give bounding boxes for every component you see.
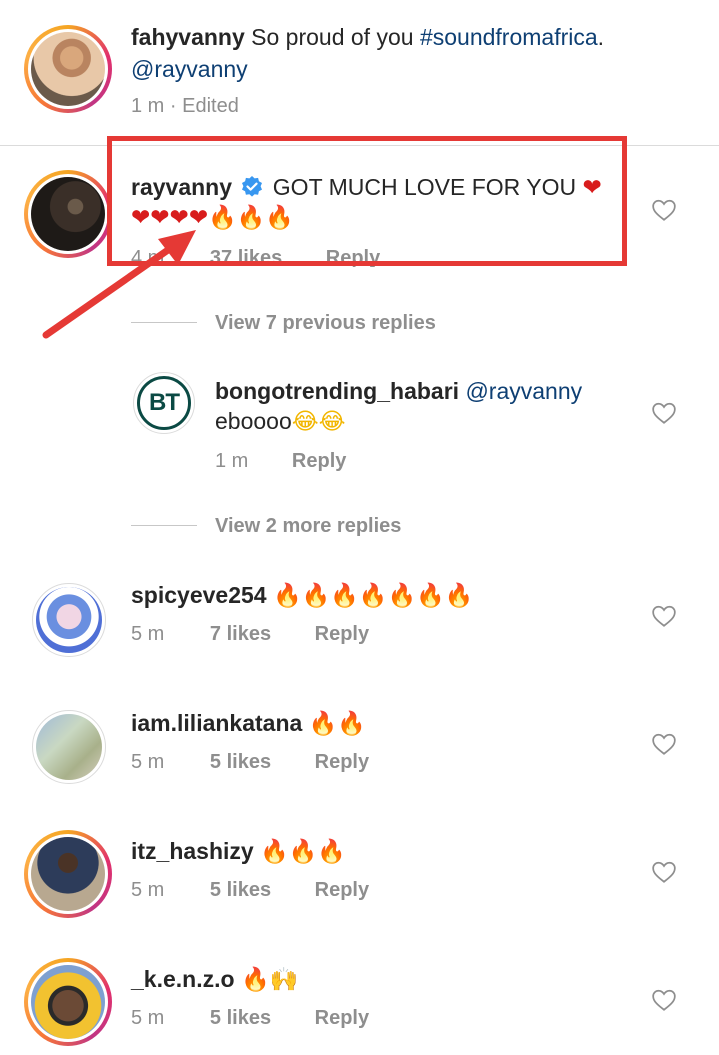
likes-count[interactable]: 7 likes	[210, 623, 271, 645]
reply-button[interactable]: Reply	[315, 751, 369, 773]
username[interactable]: bongotrending_habari	[215, 378, 459, 404]
fire-raised-hands-emojis: 🔥🙌	[240, 967, 299, 993]
comment-text-spicyeve254: spicyeve254 🔥🔥🔥🔥🔥🔥🔥	[131, 580, 473, 611]
comment-text-liliankatana: iam.liliankatana 🔥🔥	[131, 708, 366, 739]
heart-outline-icon[interactable]	[651, 860, 677, 884]
reply-button[interactable]: Reply	[292, 450, 346, 472]
username[interactable]: itz_hashizy	[131, 838, 254, 864]
fire-emojis: 🔥🔥🔥	[260, 839, 347, 865]
fire-emojis: 🔥🔥🔥🔥🔥🔥🔥	[272, 583, 474, 609]
reply-thread-line	[131, 322, 197, 323]
avatar-bongotrending_habari[interactable]: BT	[133, 372, 195, 434]
comment-meta: 5 m 5 likes Reply	[131, 751, 369, 774]
timestamp: 5 m	[131, 751, 165, 773]
username[interactable]: _k.e.n.z.o	[131, 966, 235, 992]
avatar-iam.liliankatana[interactable]	[32, 710, 106, 784]
likes-count[interactable]: 5 likes	[210, 879, 271, 901]
comment-text-fahyvanny: fahyvanny So proud of you #soundfromafri…	[131, 22, 604, 52]
likes-count[interactable]: 5 likes	[210, 1007, 271, 1029]
timestamp: 5 m	[131, 879, 165, 901]
timestamp: 1 m	[215, 450, 249, 472]
comment-text-itz_hashizy: itz_hashizy 🔥🔥🔥	[131, 836, 346, 867]
view-more-replies[interactable]: View 2 more replies	[215, 515, 401, 538]
comment-text-bongotrending: bongotrending_habari @rayvanny	[215, 376, 582, 406]
heart-outline-icon[interactable]	[651, 988, 677, 1012]
comment-text-kenzo: _k.e.n.z.o 🔥🙌	[131, 964, 298, 995]
hashtag-link[interactable]: #soundfromafrica	[420, 24, 598, 50]
heart-outline-icon[interactable]	[651, 401, 677, 425]
brand-logo: BT	[137, 376, 191, 430]
avatar-spicyeve254[interactable]	[32, 583, 106, 657]
avatar-itz_hashizy[interactable]	[24, 830, 112, 918]
heart-outline-icon[interactable]	[651, 732, 677, 756]
reply-button[interactable]: Reply	[315, 623, 369, 645]
comment-meta: 5 m 5 likes Reply	[131, 1007, 369, 1030]
comment-meta: 5 m 5 likes Reply	[131, 879, 369, 902]
mention-link[interactable]: @rayvanny	[131, 54, 248, 84]
heart-outline-icon[interactable]	[651, 198, 677, 222]
timestamp: 1 m	[131, 95, 165, 117]
comment-body-line: eboooo😂😂	[215, 406, 346, 437]
timestamp: 5 m	[131, 623, 165, 645]
comment-meta: 5 m 7 likes Reply	[131, 623, 369, 646]
view-previous-replies[interactable]: View 7 previous replies	[215, 312, 436, 335]
timestamp: 5 m	[131, 1007, 165, 1029]
red-arrow-annotation	[42, 230, 196, 339]
likes-count[interactable]: 5 likes	[210, 751, 271, 773]
username[interactable]: fahyvanny	[131, 24, 245, 50]
heart-outline-icon[interactable]	[651, 604, 677, 628]
comment-body: eboooo	[215, 408, 292, 434]
edited-label: · Edited	[169, 95, 239, 117]
comment-body: So proud of you	[251, 24, 414, 50]
reply-button[interactable]: Reply	[315, 1007, 369, 1029]
comment-meta: 1 m Reply	[215, 450, 346, 473]
mention-link[interactable]: @rayvanny	[465, 378, 582, 404]
avatar-_k.e.n.z.o[interactable]	[24, 958, 112, 1046]
username[interactable]: iam.liliankatana	[131, 710, 302, 736]
punctuation: .	[597, 24, 605, 50]
fire-emojis: 🔥🔥	[308, 711, 366, 737]
laughing-emojis: 😂😂	[291, 409, 346, 435]
avatar-fahyvanny[interactable]	[24, 25, 112, 113]
username[interactable]: spicyeve254	[131, 582, 267, 608]
reply-button[interactable]: Reply	[315, 879, 369, 901]
reply-thread-line	[131, 525, 197, 526]
comment-meta: 1 m · Edited	[131, 95, 239, 118]
